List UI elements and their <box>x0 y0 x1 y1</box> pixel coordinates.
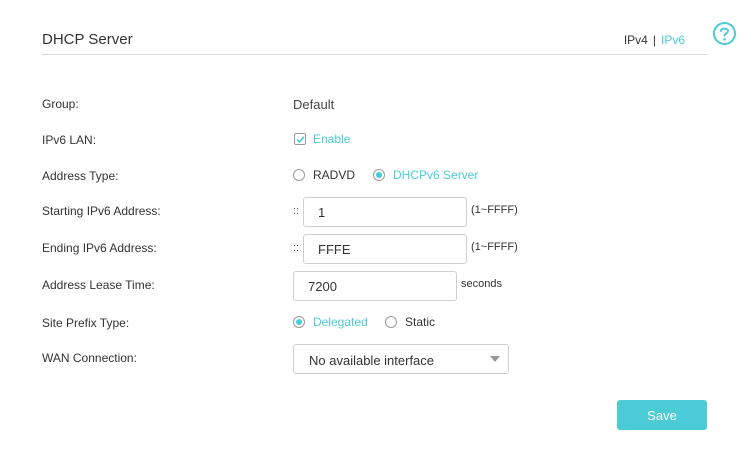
radvd-radio[interactable] <box>293 169 305 181</box>
address-type-row: Address Type: RADVD DHCPv6 Server <box>42 162 722 192</box>
ending-address-hint: (1~FFFF) <box>471 241 518 253</box>
ipv6-lan-label: IPv6 LAN: <box>42 133 97 147</box>
dhcpv6-server-radio[interactable] <box>373 169 385 181</box>
group-row: Group: Default <box>42 90 722 120</box>
lease-time-input[interactable] <box>293 271 457 301</box>
address-type-label: Address Type: <box>42 169 119 183</box>
wan-connection-value: No available interface <box>309 353 435 368</box>
static-radio[interactable] <box>385 316 397 328</box>
starting-address-input[interactable] <box>303 197 467 227</box>
group-label: Group: <box>42 97 79 111</box>
checkmark-icon <box>296 136 305 144</box>
dhcpv6-server-label[interactable]: DHCPv6 Server <box>393 168 478 182</box>
radvd-label[interactable]: RADVD <box>313 168 355 182</box>
page-title: DHCP Server <box>42 31 133 48</box>
starting-address-hint: (1~FFFF) <box>471 204 518 216</box>
enable-label[interactable]: Enable <box>313 132 350 146</box>
group-value: Default <box>293 97 335 112</box>
ending-address-input[interactable] <box>303 234 467 264</box>
ipv6-link[interactable]: IPv6 <box>661 33 685 47</box>
question-circle-icon[interactable] <box>712 21 737 46</box>
starting-address-row: Starting IPv6 Address: :: (1~FFFF) <box>42 197 722 227</box>
radio-selected-dot <box>296 319 302 325</box>
delegated-label[interactable]: Delegated <box>313 315 368 329</box>
wan-connection-label: WAN Connection: <box>42 351 137 365</box>
site-prefix-type-label: Site Prefix Type: <box>42 316 130 330</box>
wan-connection-row: WAN Connection: No available interface <box>42 344 722 374</box>
lease-time-label: Address Lease Time: <box>42 278 155 292</box>
ending-address-prefix: :: <box>293 242 300 254</box>
wan-connection-select[interactable]: No available interface <box>293 344 509 374</box>
enable-checkbox[interactable] <box>294 133 306 145</box>
ipv6-lan-row: IPv6 LAN: Enable <box>42 126 722 156</box>
delegated-radio[interactable] <box>293 316 305 328</box>
ip-version-switch: IPv4 | IPv6 <box>624 33 685 47</box>
ending-address-label: Ending IPv6 Address: <box>42 241 157 255</box>
ending-address-row: Ending IPv6 Address: :: (1~FFFF) <box>42 234 722 264</box>
save-button[interactable]: Save <box>617 400 707 430</box>
radio-selected-dot <box>376 172 382 178</box>
starting-address-prefix: :: <box>293 205 300 217</box>
section-header: DHCP Server IPv4 | IPv6 <box>42 22 707 55</box>
ipv4-link[interactable]: IPv4 <box>624 33 648 47</box>
ip-switch-separator: | <box>652 33 656 47</box>
starting-address-label: Starting IPv6 Address: <box>42 204 161 218</box>
site-prefix-type-row: Site Prefix Type: Delegated Static <box>42 309 722 339</box>
lease-time-row: Address Lease Time: seconds <box>42 271 722 301</box>
dropdown-arrow-icon <box>490 356 500 362</box>
lease-time-unit: seconds <box>461 278 502 290</box>
static-label[interactable]: Static <box>405 315 435 329</box>
